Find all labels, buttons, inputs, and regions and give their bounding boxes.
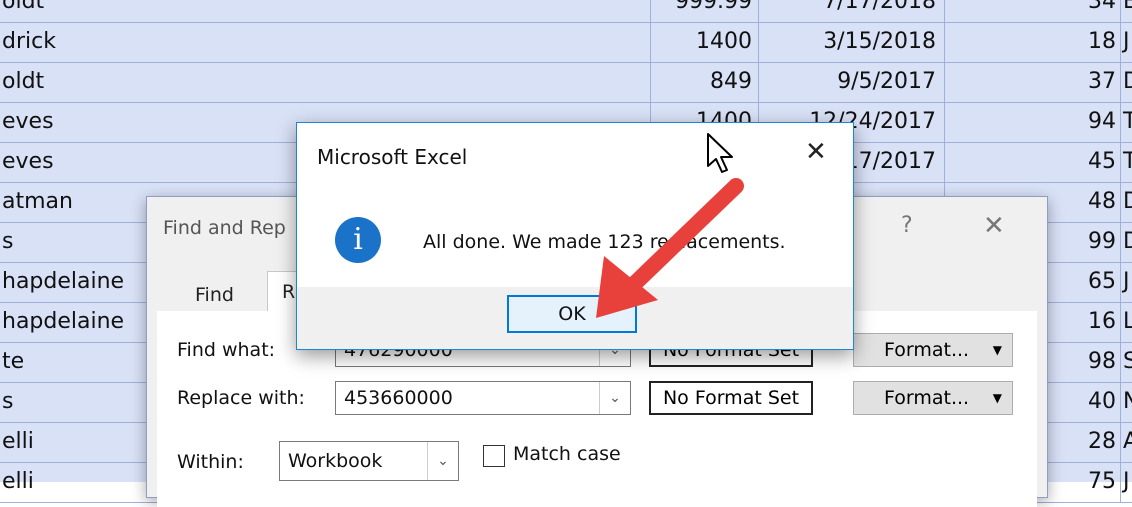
table-cell-ch[interactable]: T (1120, 102, 1132, 142)
table-row[interactable]: oldt999.997/17/201834E (0, 0, 1132, 23)
replace-with-label: Replace with: (177, 387, 305, 409)
table-cell-ch[interactable]: T (1120, 142, 1132, 182)
table-cell-amount[interactable]: 999.99 (650, 0, 758, 22)
replace-format-button[interactable]: Format... ▼ (853, 381, 1013, 415)
table-cell-ch[interactable]: J (1120, 22, 1132, 62)
message-box-title: Microsoft Excel (317, 145, 468, 169)
table-cell-ch[interactable]: L (1120, 302, 1132, 342)
table-cell-num[interactable]: 45 (944, 142, 1120, 182)
help-icon[interactable]: ? (901, 213, 913, 238)
table-cell-ch[interactable]: D (1120, 182, 1132, 222)
table-cell-num[interactable]: 18 (944, 22, 1120, 62)
close-icon[interactable]: ✕ (983, 211, 1005, 241)
table-cell-date[interactable]: 3/15/2018 (758, 22, 944, 62)
close-icon[interactable]: ✕ (805, 137, 827, 167)
info-icon: i (335, 217, 381, 263)
tab-find[interactable]: Find (177, 279, 252, 311)
replace-format-preview: No Format Set (649, 381, 813, 415)
message-text: All done. We made 123 replacements. (423, 231, 786, 253)
table-cell-name[interactable]: oldt (0, 62, 652, 102)
table-cell-date[interactable]: 7/17/2018 (758, 0, 944, 22)
replace-with-input[interactable]: 453660000 (335, 381, 631, 415)
table-cell-amount[interactable]: 1400 (650, 22, 758, 62)
chevron-down-icon: ▼ (992, 391, 1002, 405)
table-cell-ch[interactable]: J (1120, 262, 1132, 302)
message-box: Microsoft Excel ✕ i All done. We made 12… (296, 122, 854, 350)
table-cell-ch[interactable]: E (1120, 0, 1132, 22)
ok-button[interactable]: OK (507, 295, 637, 333)
table-cell-ch[interactable]: J (1120, 462, 1132, 502)
within-value: Workbook (288, 450, 383, 472)
table-cell-ch[interactable]: D (1120, 222, 1132, 262)
table-row[interactable]: drick 1400 3/15/2018 18 J (0, 22, 1132, 63)
table-cell-date[interactable]: 9/5/2017 (758, 62, 944, 102)
replace-with-dropdown-icon[interactable]: ⌄ (599, 382, 630, 414)
find-what-label: Find what: (177, 339, 276, 361)
table-cell-num[interactable]: 34 (944, 0, 1120, 22)
replace-with-value: 453660000 (344, 387, 453, 409)
tab-replace-label: R (282, 281, 296, 303)
tab-find-label: Find (195, 284, 234, 306)
within-label: Within: (177, 451, 244, 473)
table-row[interactable]: oldt8499/5/201737D (0, 62, 1132, 103)
table-cell-ch[interactable]: D (1120, 62, 1132, 102)
table-cell-num[interactable]: 94 (944, 102, 1120, 142)
table-cell-name[interactable]: oldt (0, 0, 652, 22)
format-button-label: Format... (884, 339, 970, 361)
table-cell-ch[interactable]: A (1120, 422, 1132, 462)
find-replace-title: Find and Rep (163, 217, 286, 239)
ok-button-label: OK (558, 303, 586, 325)
table-cell-ch[interactable]: S (1120, 342, 1132, 382)
table-cell-num[interactable]: 37 (944, 62, 1120, 102)
format-button-label: Format... (884, 387, 970, 409)
table-cell-ch[interactable]: N (1120, 382, 1132, 422)
chevron-down-icon: ▼ (992, 343, 1002, 357)
mouse-pointer-icon (707, 133, 733, 173)
match-case-label: Match case (513, 443, 621, 465)
within-dropdown-icon[interactable]: ⌄ (427, 442, 458, 480)
table-cell-name[interactable]: drick (0, 22, 652, 62)
table-cell-amount[interactable]: 849 (650, 62, 758, 102)
find-format-button[interactable]: Format... ▼ (853, 333, 1013, 367)
match-case-checkbox[interactable] (483, 445, 505, 467)
